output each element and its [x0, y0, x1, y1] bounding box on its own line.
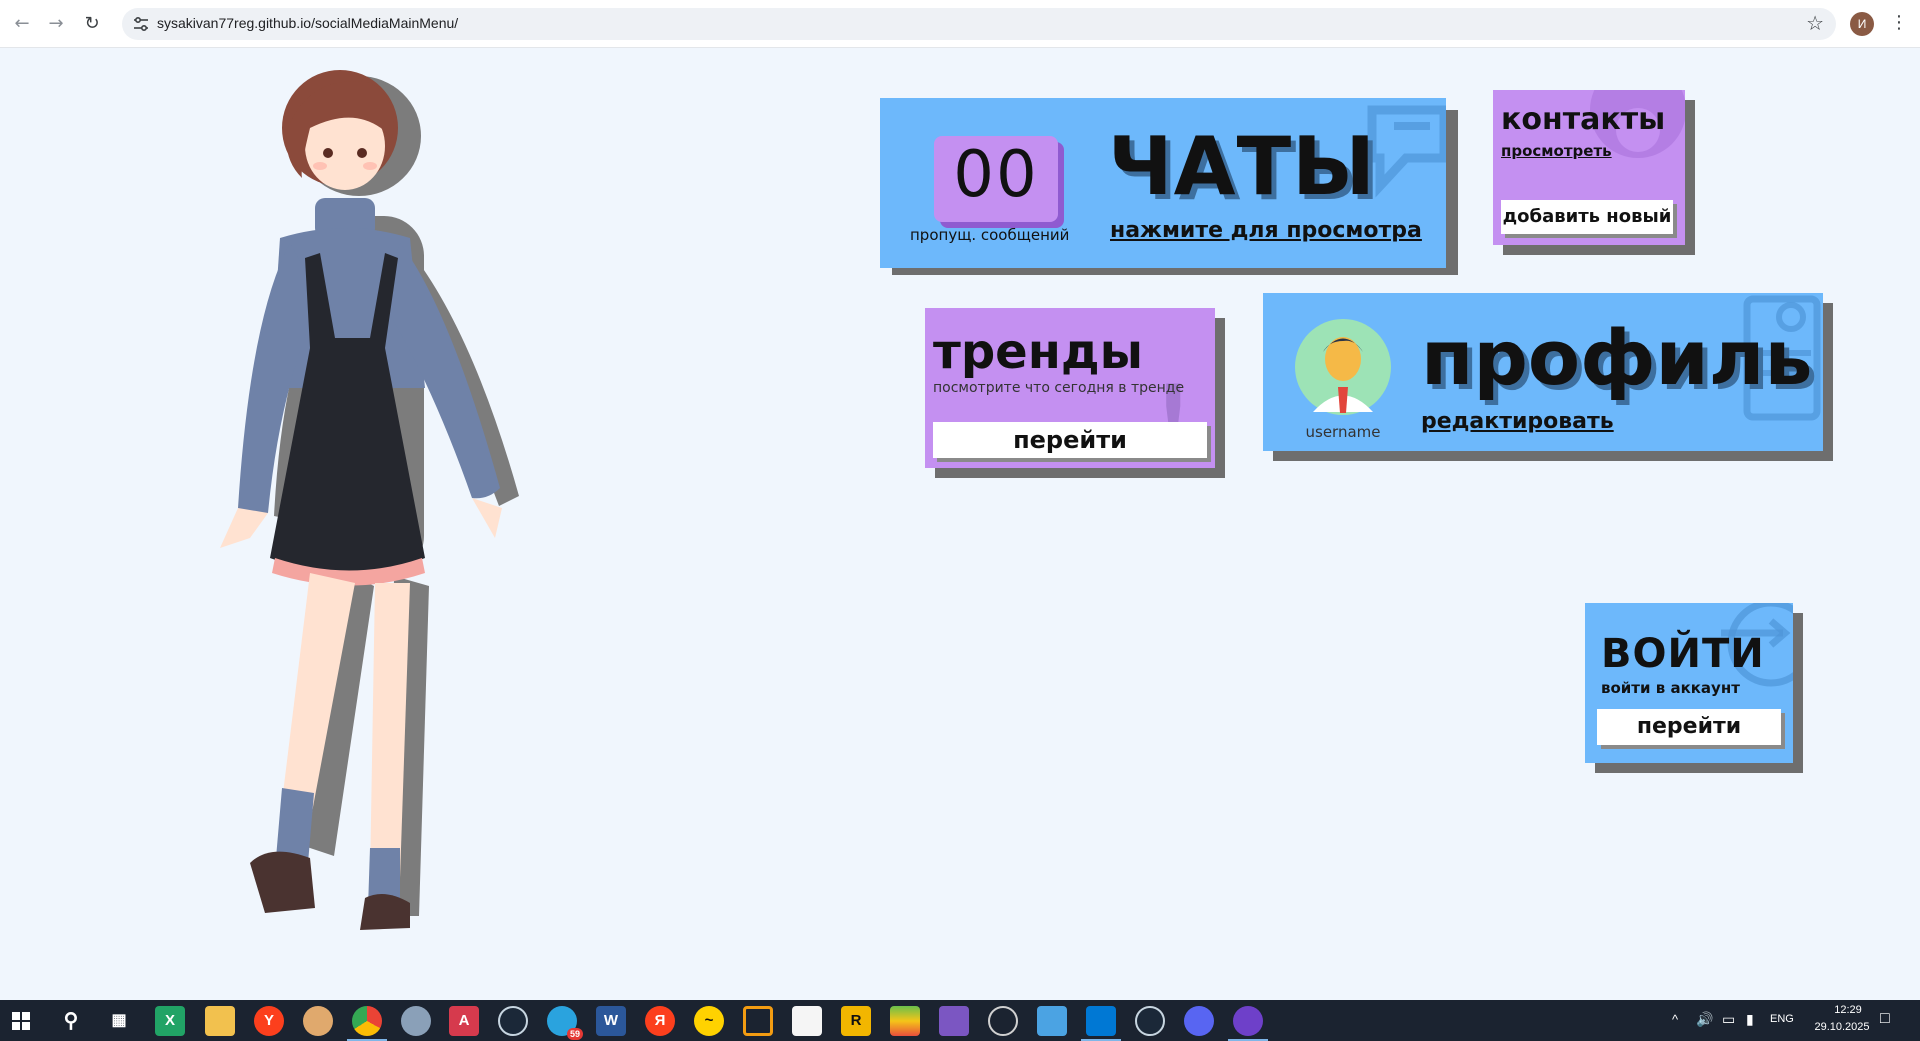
profile-avatar[interactable]: И — [1850, 12, 1874, 36]
notepad-icon[interactable] — [792, 1006, 822, 1036]
yandex-browser-icon[interactable]: Y — [254, 1006, 284, 1036]
profile-edit-link[interactable]: редактировать — [1421, 409, 1614, 434]
chats-view-link[interactable]: нажмите для просмотра — [1110, 218, 1422, 243]
contacts-view-link[interactable]: просмотреть — [1501, 142, 1612, 160]
github-desktop-icon[interactable] — [1233, 1006, 1263, 1036]
yandex-icon[interactable]: Я — [645, 1006, 675, 1036]
login-title: ВОЙТИ — [1601, 631, 1765, 677]
star-icon[interactable]: ☆ — [1806, 11, 1824, 35]
discord-icon[interactable] — [1184, 1006, 1214, 1036]
telegram-icon[interactable]: 59 — [547, 1006, 583, 1040]
browser-toolbar: ← → ↻ sysakivan77reg.github.io/socialMed… — [0, 0, 1920, 48]
chats-title: ЧАТЫ — [1108, 120, 1377, 213]
trends-subtitle: посмотрите что сегодня в тренде — [933, 380, 1185, 396]
acrobat-icon[interactable]: A — [449, 1006, 479, 1036]
telegram-badge: 59 — [566, 1028, 583, 1040]
word-icon[interactable]: W — [596, 1006, 626, 1036]
profile-username: username — [1305, 423, 1381, 441]
bluestacks-icon[interactable] — [890, 1006, 920, 1036]
control-panel-icon[interactable] — [1037, 1006, 1067, 1036]
arrow-left-icon[interactable]: ← — [10, 12, 34, 36]
profile-card[interactable]: username профиль редактировать — [1263, 293, 1833, 461]
missed-count-label: пропущ. сообщений — [910, 226, 1070, 244]
url-text[interactable]: sysakivan77reg.github.io/socialMediaMain… — [157, 15, 458, 31]
yandex-market-icon[interactable]: ~ — [694, 1006, 724, 1036]
missed-count-box: 00 — [934, 136, 1058, 222]
contacts-title: контакты — [1501, 102, 1666, 137]
volume-icon[interactable]: 🔊 — [1696, 1011, 1713, 1028]
unity-icon[interactable] — [988, 1006, 1018, 1036]
start-icon[interactable] — [12, 1012, 30, 1030]
page-content: 00 пропущ. сообщений ЧАТЫ нажмите для пр… — [0, 48, 1920, 1000]
task-view-icon[interactable]: ▦ — [104, 1006, 134, 1036]
user-avatar[interactable] — [1293, 317, 1393, 417]
login-card: ВОЙТИ войти в аккаунт перейти — [1585, 603, 1803, 773]
anime-girl-illustration — [220, 70, 519, 930]
battery-icon[interactable]: ▮ — [1746, 1011, 1754, 1028]
login-go-button[interactable]: перейти — [1597, 709, 1781, 745]
steam-icon-2[interactable] — [1135, 1006, 1165, 1036]
search-icon[interactable]: ⚲ — [56, 1006, 86, 1036]
vscode-icon[interactable] — [1086, 1006, 1116, 1036]
arrow-right-icon[interactable]: → — [44, 12, 68, 36]
chrome-icon[interactable] — [352, 1006, 382, 1036]
paint-icon[interactable] — [303, 1006, 333, 1036]
windows-taskbar: ⚲ ▦ X Y A 59 W Я ~ R ^ 🔊 ▭ ▮ ENG 12:29 2… — [0, 1000, 1920, 1041]
reload-icon[interactable]: ↻ — [80, 12, 104, 36]
missed-count: 00 — [953, 138, 1039, 212]
menu-icon[interactable]: ⋮ — [1890, 11, 1908, 35]
visual-studio-icon[interactable] — [939, 1006, 969, 1036]
tray-chevron-icon[interactable]: ^ — [1672, 1012, 1678, 1027]
site-settings-icon[interactable] — [132, 15, 150, 33]
settings-icon[interactable] — [401, 1006, 431, 1036]
clock-time[interactable]: 12:29 — [1818, 1004, 1878, 1016]
network-icon[interactable]: ▭ — [1722, 1011, 1735, 1028]
language-indicator[interactable]: ENG — [1770, 1013, 1794, 1025]
trends-title: тренды — [933, 324, 1144, 380]
vm-icon[interactable] — [743, 1006, 773, 1036]
trends-go-button[interactable]: перейти — [933, 422, 1207, 458]
notifications-icon[interactable]: □ — [1880, 1010, 1890, 1028]
chats-card[interactable]: 00 пропущ. сообщений ЧАТЫ нажмите для пр… — [880, 98, 1458, 275]
profile-title: профиль — [1421, 313, 1813, 402]
file-explorer-icon[interactable] — [205, 1006, 235, 1036]
login-subtitle: войти в аккаунт — [1601, 679, 1740, 697]
trends-card: ! тренды посмотрите что сегодня в тренде… — [925, 308, 1225, 478]
clock-date[interactable]: 29.10.2025 — [1806, 1021, 1878, 1033]
add-contact-button[interactable]: добавить новый — [1501, 200, 1673, 234]
rustdesk-icon[interactable]: R — [841, 1006, 871, 1036]
excel-icon[interactable]: X — [155, 1006, 185, 1036]
contacts-card: контакты просмотреть добавить новый — [1493, 90, 1695, 255]
steam-icon[interactable] — [498, 1006, 528, 1036]
address-bar[interactable]: sysakivan77reg.github.io/socialMediaMain… — [122, 8, 1836, 40]
